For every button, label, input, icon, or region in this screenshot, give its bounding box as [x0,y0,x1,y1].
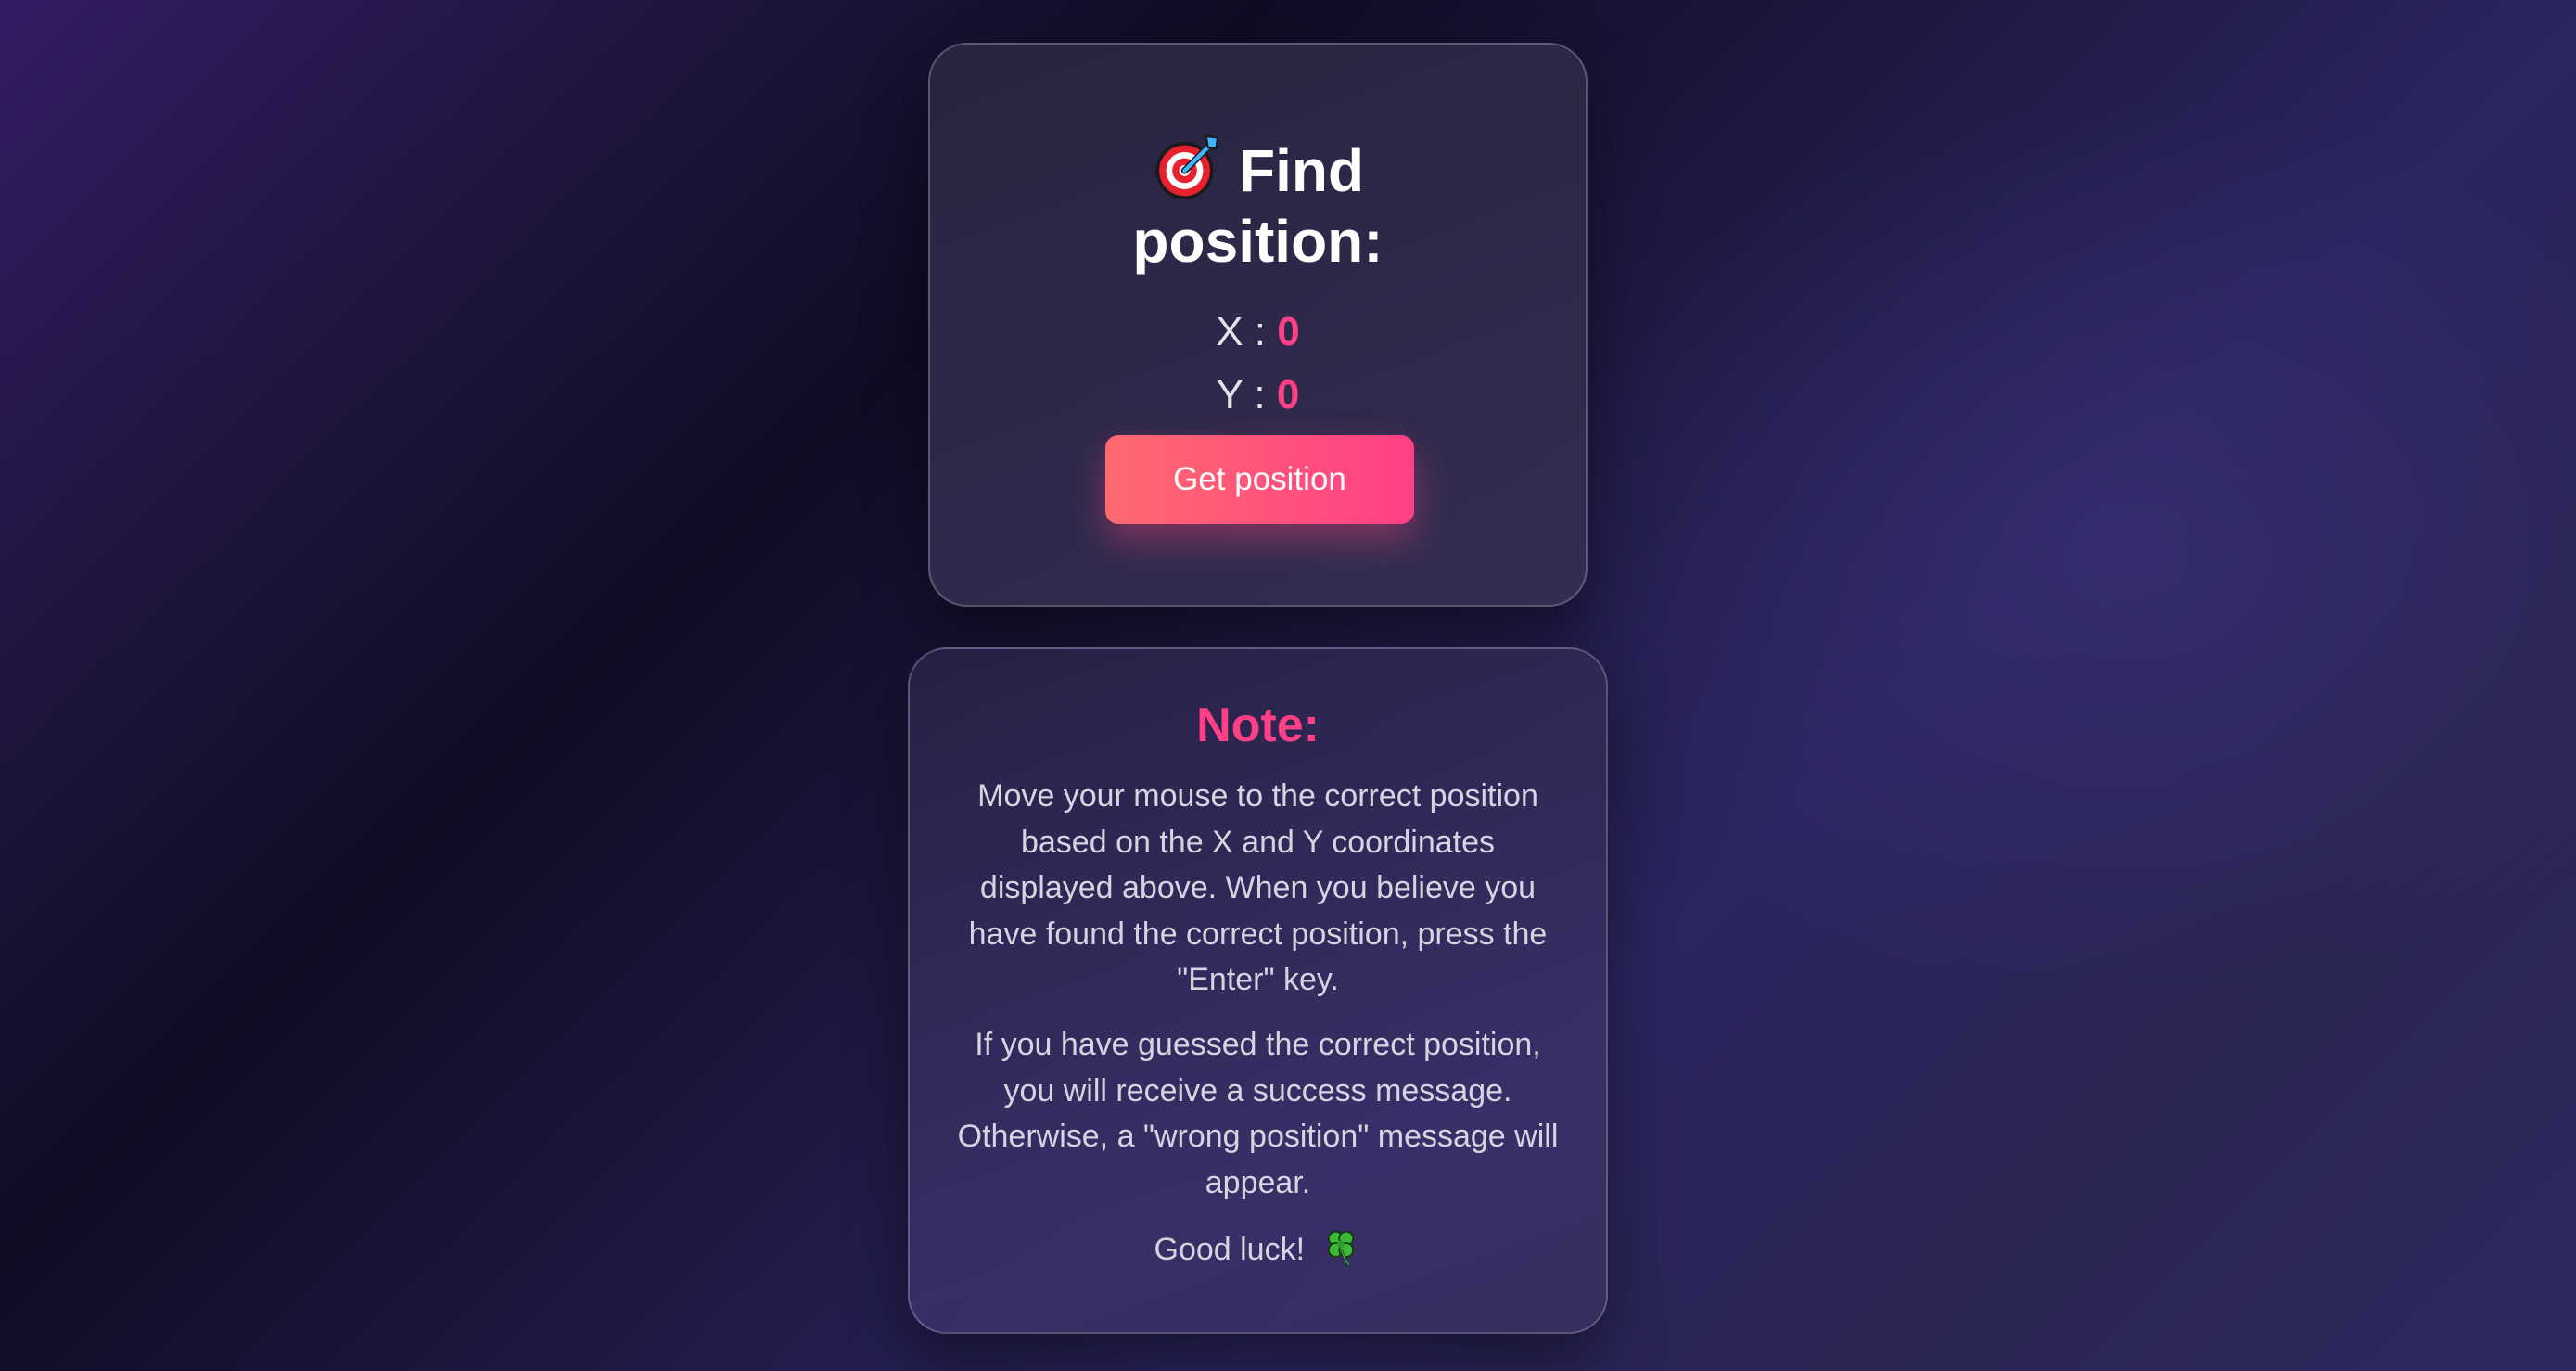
note-title: Note: [1196,698,1320,752]
title-line-1: Find [1238,137,1365,204]
title-line-2: position: [1132,208,1384,275]
note-paragraph-good-luck: Good luck! [956,1226,1560,1274]
target-icon [1155,135,1219,200]
good-luck-text: Good luck! [1154,1232,1306,1267]
y-value: 0 [1276,372,1300,417]
x-label: X : [1216,309,1267,354]
page-title: Find position: [930,134,1586,276]
position-card: Find position: X : 0 Y : 0 Get position [928,43,1588,607]
note-paragraph-instructions: Move your mouse to the correct position … [968,778,1548,997]
note-paragraph-result: If you have guessed the correct position… [957,1027,1559,1200]
y-coordinate: Y : 0 [930,369,1586,421]
x-value: 0 [1277,309,1300,354]
note-card: Note: Move your mouse to the correct pos… [908,647,1608,1334]
x-coordinate: X : 0 [930,306,1586,358]
y-label: Y : [1216,372,1266,417]
four-leaf-clover-icon [1328,1230,1355,1266]
get-position-button[interactable]: Get position [1105,435,1414,524]
